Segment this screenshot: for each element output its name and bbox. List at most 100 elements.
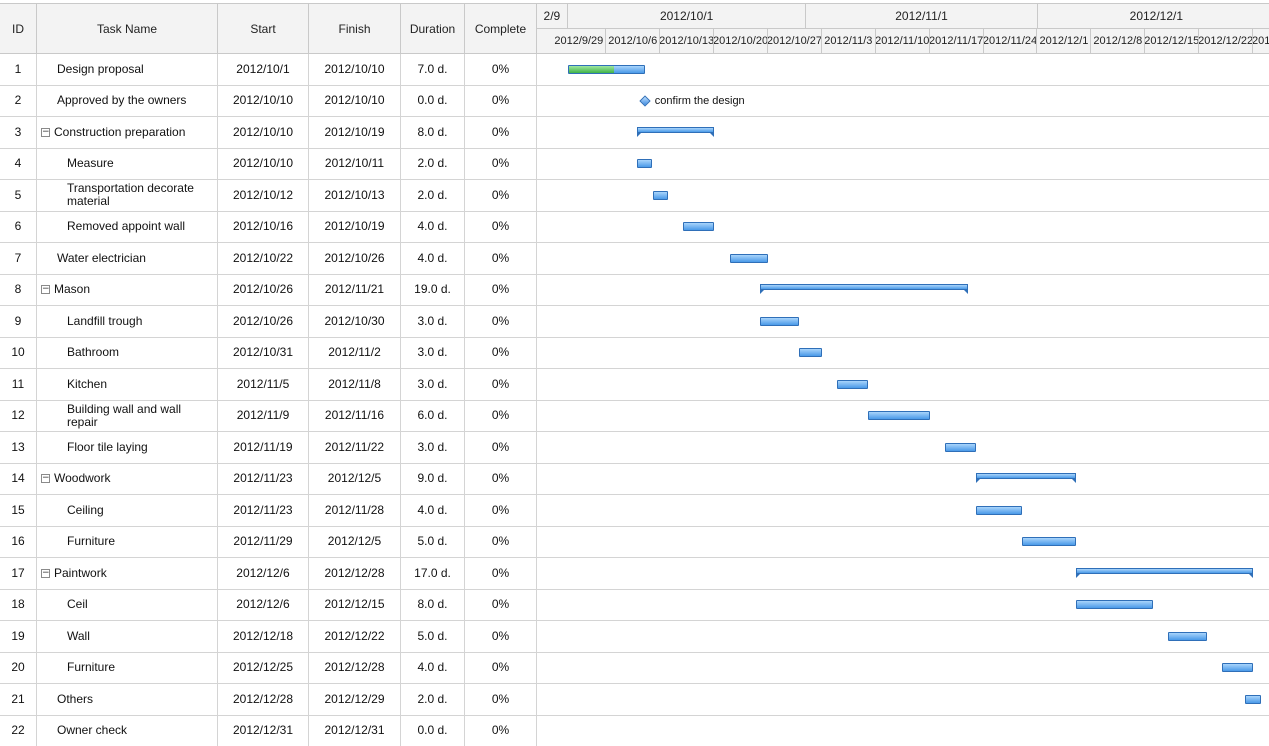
task-name-text: Others [57, 691, 94, 706]
task-start-cell: 2012/11/9 [218, 400, 309, 431]
task-name-cell: Kitchen [37, 369, 218, 400]
task-complete-cell: 0% [465, 85, 537, 116]
task-finish-cell: 2012/11/22 [309, 432, 401, 463]
task-name-text: Furniture [67, 660, 116, 675]
task-name-cell: Floor tile laying [37, 432, 218, 463]
task-id-cell: 14 [0, 463, 37, 494]
task-bar[interactable] [1168, 631, 1207, 641]
collapse-toggle-icon[interactable]: − [41, 127, 50, 137]
task-name-cell: − Construction preparation [37, 117, 218, 148]
task-bar[interactable] [683, 222, 715, 232]
column-header-id[interactable]: ID [0, 4, 37, 53]
task-start-cell: 2012/11/19 [218, 432, 309, 463]
task-bar[interactable] [760, 316, 799, 326]
task-id-cell: 15 [0, 495, 37, 526]
task-duration-cell: 19.0 d. [401, 274, 465, 305]
task-bar[interactable] [1076, 600, 1153, 610]
task-id-cell: 8 [0, 274, 37, 305]
task-id-cell: 21 [0, 684, 37, 715]
timeline-week-label: 2012/11/17 [930, 29, 984, 53]
task-id-cell: 3 [0, 117, 37, 148]
summary-bar[interactable] [637, 126, 715, 137]
task-name-text: Water electrician [57, 250, 146, 265]
task-finish-cell: 2012/11/28 [309, 495, 401, 526]
task-name-cell: Ceiling [37, 495, 218, 526]
task-start-cell: 2012/12/6 [218, 558, 309, 589]
task-id-cell: 9 [0, 306, 37, 337]
task-duration-cell: 7.0 d. [401, 54, 465, 85]
task-bar[interactable] [868, 411, 930, 421]
task-bar[interactable] [798, 348, 822, 358]
summary-bar[interactable] [760, 284, 969, 295]
task-finish-cell: 2012/12/28 [309, 652, 401, 683]
task-duration-cell: 6.0 d. [401, 400, 465, 431]
timeline-week-label: 2012/10/20 [714, 29, 768, 53]
summary-bar[interactable] [1076, 567, 1254, 578]
task-start-cell: 2012/10/22 [218, 243, 309, 274]
task-name-cell: Approved by the owners [37, 85, 218, 116]
column-header-start[interactable]: Start [218, 4, 309, 53]
task-bar[interactable] [652, 190, 668, 200]
task-name-text: Construction preparation [54, 124, 186, 139]
task-duration-cell: 8.0 d. [401, 589, 465, 620]
task-complete-cell: 0% [465, 369, 537, 400]
column-header-name[interactable]: Task Name [37, 4, 218, 53]
task-complete-cell: 0% [465, 589, 537, 620]
task-id-cell: 6 [0, 211, 37, 242]
task-bar[interactable] [1022, 537, 1076, 547]
task-id-cell: 18 [0, 589, 37, 620]
task-duration-cell: 2.0 d. [401, 148, 465, 179]
column-header-complete[interactable]: Complete [465, 4, 537, 53]
timeline-header: 2/92012/10/12012/11/12012/12/11 2012/9/2… [537, 3, 1269, 54]
column-header-duration[interactable]: Duration [401, 4, 465, 53]
task-complete-cell: 0% [465, 495, 537, 526]
task-bar[interactable] [837, 379, 869, 389]
task-name-text: Transportation decorate material [67, 181, 194, 209]
timeline-week-label: 2012/10/13 [660, 29, 715, 53]
task-start-cell: 2012/11/29 [218, 526, 309, 557]
task-name-text: Bathroom [67, 345, 120, 360]
task-bar[interactable] [1222, 663, 1254, 673]
task-id-cell: 5 [0, 180, 37, 211]
task-name-text: Floor tile laying [67, 439, 148, 454]
summary-bar[interactable] [975, 473, 1077, 484]
task-duration-cell: 3.0 d. [401, 432, 465, 463]
task-complete-cell: 0% [465, 337, 537, 368]
collapse-toggle-icon[interactable]: − [41, 285, 50, 295]
timeline-week-label: 2012/11/24 [984, 29, 1038, 53]
task-duration-cell: 0.0 d. [401, 715, 465, 746]
task-start-cell: 2012/10/10 [218, 85, 309, 116]
task-bar[interactable] [637, 159, 653, 169]
milestone-diamond[interactable] [639, 95, 651, 107]
task-bar[interactable] [1245, 694, 1261, 704]
task-complete-cell: 0% [465, 684, 537, 715]
task-name-cell: Transportation decorate material [37, 180, 218, 211]
task-name-cell: Removed appoint wall [37, 211, 218, 242]
collapse-toggle-icon[interactable]: − [41, 474, 50, 484]
task-name-cell: Others [37, 684, 218, 715]
task-start-cell: 2012/11/23 [218, 495, 309, 526]
task-bar[interactable] [567, 64, 645, 74]
task-name-text: Approved by the owners [57, 93, 187, 108]
collapse-toggle-icon[interactable]: − [41, 568, 50, 578]
task-duration-cell: 0.0 d. [401, 85, 465, 116]
task-finish-cell: 2012/12/31 [309, 715, 401, 746]
task-start-cell: 2012/11/5 [218, 369, 309, 400]
task-name-text: Landfill trough [67, 313, 143, 328]
task-finish-cell: 2012/12/22 [309, 621, 401, 652]
task-finish-cell: 2012/12/29 [309, 684, 401, 715]
task-name-text: Design proposal [57, 61, 144, 76]
column-header-finish[interactable]: Finish [309, 4, 401, 53]
task-finish-cell: 2012/11/8 [309, 369, 401, 400]
task-name-text: Mason [54, 282, 91, 297]
task-duration-cell: 5.0 d. [401, 621, 465, 652]
task-id-cell: 20 [0, 652, 37, 683]
task-bar[interactable] [945, 442, 976, 452]
task-bar[interactable] [975, 505, 1023, 515]
task-id-cell: 7 [0, 243, 37, 274]
task-start-cell: 2012/12/6 [218, 589, 309, 620]
task-name-text: Ceiling [67, 502, 104, 517]
task-name-text: Paintwork [54, 565, 107, 580]
task-name-text: Wall [67, 628, 90, 643]
task-bar[interactable] [729, 253, 768, 263]
